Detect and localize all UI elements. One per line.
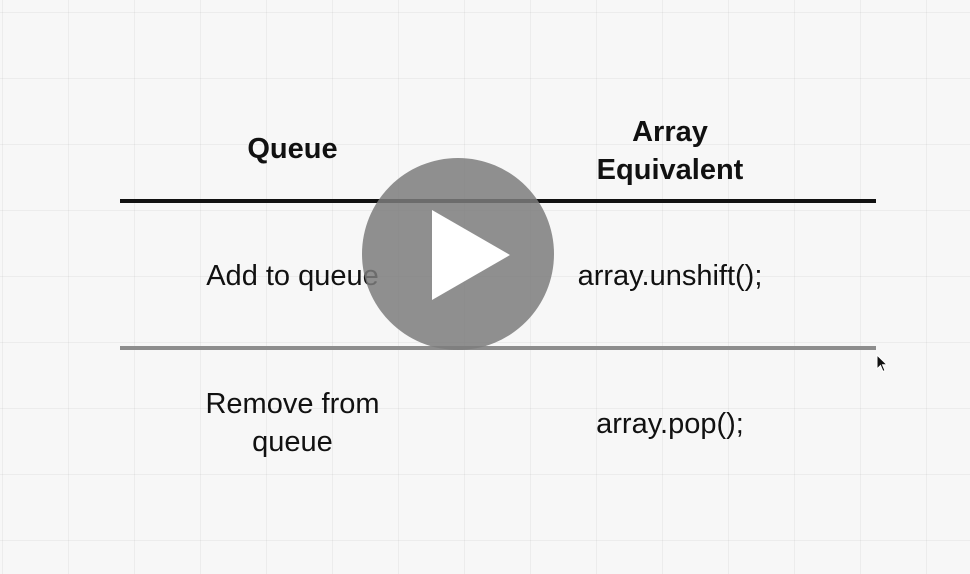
header-queue-label: Queue — [247, 133, 338, 165]
row-1-array-text: array.unshift(); — [577, 260, 763, 292]
row-1-array: array.unshift(); — [545, 257, 795, 295]
header-array-line1: Array — [632, 116, 708, 148]
play-button[interactable] — [362, 158, 554, 350]
mouse-pointer-icon — [876, 354, 889, 373]
row-2-array: array.pop(); — [545, 405, 795, 443]
header-array-line2: Equivalent — [596, 154, 744, 186]
play-icon — [432, 210, 510, 300]
row-1-queue-text: Add to queue — [206, 260, 379, 292]
video-frame: Queue Array Equivalent Add to queue arra… — [0, 0, 970, 574]
row-2-queue-line1: Remove from — [205, 388, 380, 420]
header-array-equivalent: Array Equivalent — [540, 113, 800, 189]
row-2-array-text: array.pop(); — [596, 408, 744, 440]
row-2-queue: Remove from queue — [160, 385, 425, 461]
row-2-queue-line2: queue — [252, 426, 333, 458]
